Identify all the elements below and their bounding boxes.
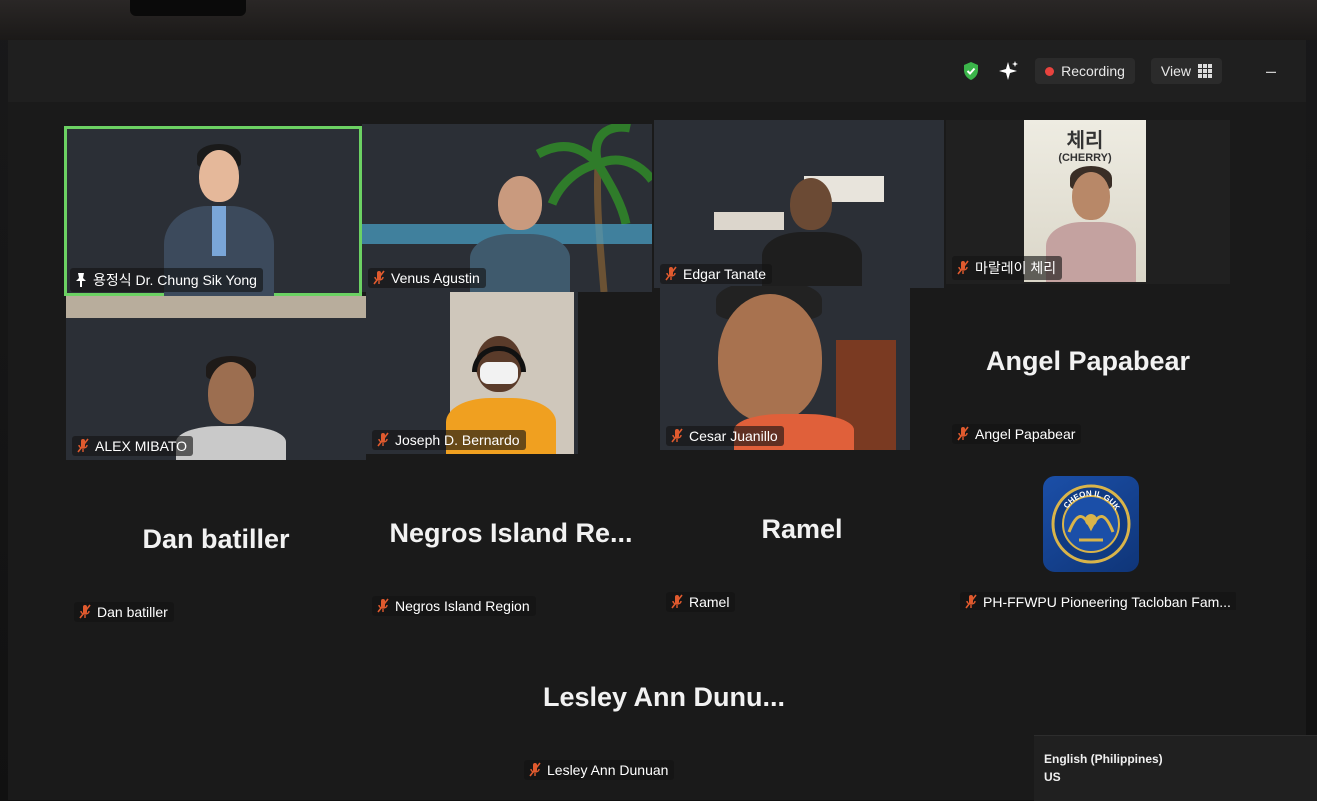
participant-name: Joseph D. Bernardo <box>395 432 520 448</box>
participant-display-name: Lesley Ann Dunu... <box>542 682 786 712</box>
monitor-frame: Recording View – 용정식 Dr. Chung Sik Yong … <box>0 0 1317 801</box>
participant-name: Cesar Juanillo <box>689 428 778 444</box>
sparkle-icon[interactable] <box>997 60 1019 82</box>
video-tile-venus-agustin[interactable]: Venus Agustin <box>362 124 652 292</box>
audio-tile-ramel[interactable]: Ramel Ramel <box>660 452 944 616</box>
microphone-muted-icon <box>965 594 977 609</box>
meeting-window: Recording View – 용정식 Dr. Chung Sik Yong … <box>8 40 1306 800</box>
participant-name-tag: Negros Island Region <box>372 596 536 616</box>
participant-name-tag: 용정식 Dr. Chung Sik Yong <box>70 268 263 292</box>
participant-name: Angel Papabear <box>975 426 1076 442</box>
minimize-icon[interactable]: – <box>1256 61 1286 81</box>
participant-name-tag: 마랄레이 체리 <box>952 256 1063 280</box>
video-tile-edgar-tanate[interactable]: Edgar Tanate <box>654 120 944 288</box>
video-tile-cherry[interactable]: 체리 (CHERRY) 마랄레이 체리 <box>946 120 1230 284</box>
participant-video <box>762 178 862 288</box>
shield-check-icon[interactable] <box>961 60 981 82</box>
microphone-muted-icon <box>529 762 541 777</box>
microphone-muted-icon <box>377 432 389 447</box>
audio-tile-lesley-ann-dunuan[interactable]: Lesley Ann Dunu... Lesley Ann Dunuan <box>514 630 814 782</box>
grid-icon <box>1198 64 1212 78</box>
participant-display-name: Dan batiller <box>142 524 290 554</box>
participant-display-name: Negros Island Re... <box>389 518 633 548</box>
participant-name-tag: ALEX MIBATO <box>72 436 194 456</box>
participant-name: Ramel <box>689 594 730 610</box>
participant-name-tag: Cesar Juanillo <box>666 426 784 446</box>
microphone-muted-icon <box>957 260 969 275</box>
participant-name: PH-FFWPU Pioneering Tacloban Fam... <box>983 594 1231 610</box>
view-button[interactable]: View <box>1150 58 1222 84</box>
participant-display-name: Angel Papabear <box>985 346 1191 376</box>
participant-display-name: Ramel <box>761 514 843 544</box>
participant-name-tag: PH-FFWPU Pioneering Tacloban Fam... <box>960 592 1236 610</box>
video-tile-joseph-d-bernardo[interactable]: Joseph D. Bernardo <box>366 292 578 454</box>
recording-indicator[interactable]: Recording <box>1035 58 1135 84</box>
audio-tile-angel-papabear[interactable]: Angel Papabear Angel Papabear <box>946 284 1230 448</box>
microphone-muted-icon <box>79 604 91 619</box>
language-name: English (Philippines) <box>1044 752 1163 766</box>
audio-tile-ph-ffwpu[interactable]: CHEON IL GUK PH-FFWPU Pioneering Tacloba… <box>946 448 1236 610</box>
microphone-muted-icon <box>957 426 969 441</box>
participant-name-tag: Joseph D. Bernardo <box>372 430 526 450</box>
pin-icon <box>76 273 86 287</box>
keyboard-layout: US <box>1044 770 1061 784</box>
video-tile-cesar-juanillo[interactable]: Cesar Juanillo <box>660 286 910 450</box>
participant-name: Dan batiller <box>97 604 168 620</box>
bezel-notch <box>130 0 246 16</box>
church-logo-avatar: CHEON IL GUK <box>1043 476 1139 572</box>
audio-tile-dan-batiller[interactable]: Dan batiller Dan batiller <box>68 460 364 626</box>
microphone-muted-icon <box>377 598 389 613</box>
microphone-muted-icon <box>671 594 683 609</box>
input-language-popup[interactable]: English (Philippines) US <box>1034 735 1317 801</box>
microphone-muted-icon <box>77 438 89 453</box>
participant-name: Lesley Ann Dunuan <box>547 762 669 778</box>
monitor-bezel <box>0 0 1317 40</box>
participant-name: Negros Island Region <box>395 598 530 614</box>
microphone-muted-icon <box>671 428 683 443</box>
sign-english-text: (CHERRY) <box>1058 152 1112 164</box>
participant-name: 마랄레이 체리 <box>975 260 1057 276</box>
video-tile-alex-mibato[interactable]: ALEX MIBATO <box>66 296 366 460</box>
participant-name-tag: Venus Agustin <box>368 268 486 288</box>
participant-name: ALEX MIBATO <box>95 438 188 454</box>
ceiling-background <box>66 296 366 318</box>
video-tile-dr-chung-sik-yong[interactable]: 용정식 Dr. Chung Sik Yong <box>64 126 362 296</box>
meeting-topbar: Recording View – <box>8 40 1306 102</box>
participant-name: Edgar Tanate <box>683 266 767 282</box>
participant-name: 용정식 Dr. Chung Sik Yong <box>93 272 257 288</box>
participant-name-tag: Lesley Ann Dunuan <box>524 760 675 780</box>
participant-name-tag: Dan batiller <box>74 602 174 622</box>
sign-korean-text: 체리 <box>1066 130 1104 152</box>
church-emblem-icon: CHEON IL GUK <box>1051 484 1131 564</box>
microphone-muted-icon <box>665 266 677 281</box>
microphone-muted-icon <box>373 270 385 285</box>
recording-label: Recording <box>1061 63 1125 79</box>
participant-name-tag: Angel Papabear <box>952 424 1082 444</box>
participant-name: Venus Agustin <box>391 270 480 286</box>
participant-name-tag: Ramel <box>666 592 736 612</box>
recording-dot-icon <box>1045 66 1055 76</box>
participant-name-tag: Edgar Tanate <box>660 264 773 284</box>
audio-tile-negros-island-region[interactable]: Negros Island Re... Negros Island Region <box>366 456 656 620</box>
view-label: View <box>1160 63 1191 79</box>
